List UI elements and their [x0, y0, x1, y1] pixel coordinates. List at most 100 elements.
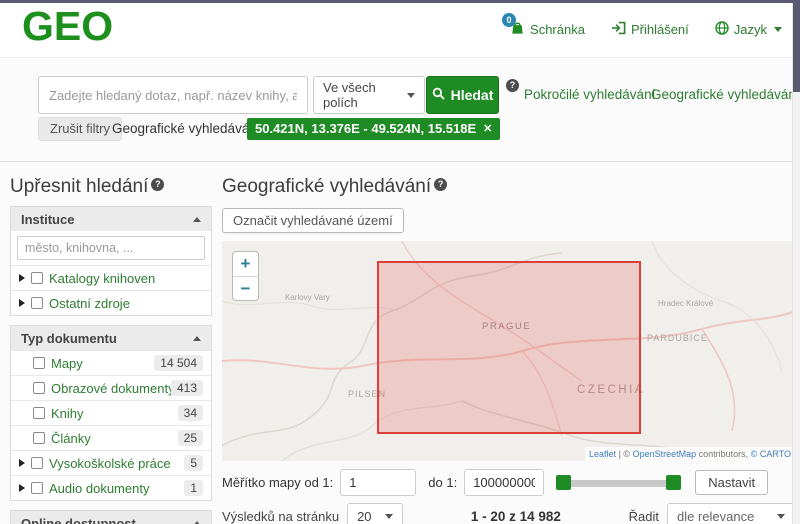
slider-handle-max[interactable] — [666, 474, 682, 490]
scale-range-slider[interactable] — [556, 474, 682, 491]
facet-panel-title: Typ dokumentu — [21, 330, 117, 346]
facet-count-badge: 413 — [170, 380, 203, 396]
geographic-search-title: Geografické vyhledávání ? — [222, 176, 795, 198]
facet-label[interactable]: Články — [51, 431, 178, 446]
facet-label[interactable]: Mapy — [51, 356, 154, 371]
slider-track[interactable] — [556, 479, 682, 487]
facet-label[interactable]: Vysokoškolské práce — [49, 456, 184, 471]
attribution-separator: | — [618, 449, 621, 459]
facet-label[interactable]: Ostatní zdroje — [49, 296, 203, 311]
geographic-search-help-icon[interactable]: ? — [434, 178, 448, 191]
chevron-down-icon — [385, 514, 394, 519]
sidebar-help-icon[interactable]: ? — [151, 178, 165, 191]
carto-link[interactable]: © CARTO — [751, 449, 791, 459]
facet-item-library-catalogs[interactable]: Katalogy knihoven — [11, 265, 211, 290]
slider-handle-min[interactable] — [556, 474, 572, 490]
search-button[interactable]: Hledat — [426, 76, 499, 114]
facet-item-theses[interactable]: Vysokoškolské práce 5 — [11, 450, 211, 475]
sidebar-title-text: Upřesnit hledání — [10, 176, 149, 197]
per-page-value: 20 — [357, 509, 372, 524]
facet-panel-document-type: Typ dokumentu Mapy 14 504 Obrazové dokum… — [10, 325, 212, 501]
checkbox[interactable] — [33, 357, 45, 369]
facet-item-audio-documents[interactable]: Audio dokumenty 1 — [11, 475, 211, 500]
copyright-symbol: © — [623, 449, 631, 459]
facet-label[interactable]: Katalogy knihoven — [49, 271, 203, 286]
collapse-icon — [193, 520, 201, 524]
facet-item-books[interactable]: Knihy 34 — [11, 400, 211, 425]
results-range-text: 1 - 20 z 14 982 — [470, 509, 561, 524]
facet-panel-header[interactable]: Online dostupnost — [11, 511, 211, 524]
leaflet-link[interactable]: Leaflet — [589, 449, 616, 459]
scale-from-input[interactable] — [340, 469, 417, 496]
search-help-icon[interactable]: ? — [506, 79, 519, 92]
checkbox[interactable] — [31, 297, 43, 309]
facet-label[interactable]: Audio dokumenty — [49, 481, 184, 496]
per-page-label: Výsledků na stránku — [222, 509, 340, 524]
contributors-text: contributors, — [698, 449, 749, 459]
language-label: Jazyk — [733, 21, 767, 37]
checkbox[interactable] — [33, 407, 45, 419]
geo-logo[interactable]: GEO — [22, 3, 113, 50]
expand-triangle-icon[interactable] — [19, 274, 25, 282]
clipboard-menu-item[interactable]: 0 Schránka — [502, 13, 585, 38]
top-border — [0, 0, 800, 3]
facet-label[interactable]: Obrazové dokumenty — [51, 381, 171, 396]
checkbox[interactable] — [33, 382, 45, 394]
sort-label: Řadit — [628, 509, 659, 524]
vertical-scrollbar-track[interactable] — [792, 0, 800, 524]
checkbox[interactable] — [31, 482, 43, 494]
expand-triangle-icon[interactable] — [19, 484, 25, 492]
search-field-select[interactable]: Ve všech polích — [313, 76, 425, 114]
geographic-filter-label: Geografické vyhledávání: — [112, 121, 265, 136]
checkbox[interactable] — [31, 457, 43, 469]
expand-triangle-icon[interactable] — [19, 459, 25, 467]
scale-to-input[interactable] — [464, 469, 545, 496]
map-canvas[interactable]: Karlovy Vary PRAGUE Hradec Králové PARDU… — [222, 241, 795, 461]
facet-item-image-documents[interactable]: Obrazové dokumenty 413 — [11, 375, 211, 400]
facet-item-articles[interactable]: Články 25 — [11, 425, 211, 450]
map-label-karlovy-vary: Karlovy Vary — [285, 293, 330, 302]
sort-select[interactable]: dle relevance — [667, 503, 795, 524]
header: GEO 0 Schránka Přihlášení Jazyk — [0, 3, 792, 58]
facet-label[interactable]: Knihy — [51, 406, 178, 421]
refine-sidebar: Upřesnit hledání ? Instituce Katalogy kn… — [10, 176, 212, 524]
facet-panel-header[interactable]: Typ dokumentu — [11, 326, 211, 350]
language-menu-item[interactable]: Jazyk — [715, 20, 782, 38]
per-page-select[interactable]: 20 — [347, 503, 404, 524]
globe-icon — [715, 20, 729, 38]
section-divider — [0, 161, 792, 162]
facet-panel-title: Online dostupnost — [21, 515, 136, 524]
facet-item-other-sources[interactable]: Ostatní zdroje — [11, 290, 211, 315]
chevron-down-icon — [774, 26, 782, 32]
main-content: Geografické vyhledávání ? Označit vyhled… — [222, 176, 795, 524]
geographic-filter-tag[interactable]: 50.421N, 13.376E - 49.524N, 15.518E ✕ — [247, 118, 501, 140]
institution-search-wrap — [11, 231, 211, 265]
advanced-search-link[interactable]: Pokročilé vyhledávání — [524, 87, 655, 102]
facet-item-maps[interactable]: Mapy 14 504 — [11, 350, 211, 375]
map-attribution: Leaflet | © OpenStreetMap contributors, … — [585, 447, 795, 461]
institution-search-input[interactable] — [17, 236, 205, 260]
clipboard-label: Schránka — [530, 21, 585, 37]
clear-filters-button[interactable]: Zrušit filtry — [38, 117, 122, 141]
chevron-down-icon — [777, 514, 785, 519]
vertical-scrollbar-thumb[interactable] — [793, 0, 800, 92]
geographic-search-link[interactable]: Geografické vyhledávání — [651, 87, 800, 102]
remove-filter-icon[interactable]: ✕ — [483, 118, 492, 140]
zoom-in-button[interactable]: + — [233, 252, 258, 276]
search-input[interactable] — [38, 76, 308, 114]
collapse-icon — [193, 216, 201, 222]
login-menu-item[interactable]: Přihlášení — [611, 21, 689, 38]
checkbox[interactable] — [31, 272, 43, 284]
map-label-hradec-kralove: Hradec Králové — [658, 299, 714, 308]
geo-search-page: GEO 0 Schránka Přihlášení Jazyk Zadejte … — [0, 0, 800, 524]
sort-value: dle relevance — [677, 509, 755, 524]
set-scale-button[interactable]: Nastavit — [695, 470, 769, 495]
facet-panel-header[interactable]: Instituce — [11, 207, 211, 231]
checkbox[interactable] — [33, 432, 45, 444]
mark-search-area-button[interactable]: Označit vyhledávané území — [222, 208, 404, 233]
search-field-value: Ve všech polích — [323, 80, 376, 110]
openstreetmap-link[interactable]: OpenStreetMap — [633, 449, 697, 459]
expand-triangle-icon[interactable] — [19, 299, 25, 307]
zoom-out-button[interactable]: − — [233, 276, 258, 300]
collapse-icon — [193, 335, 201, 341]
